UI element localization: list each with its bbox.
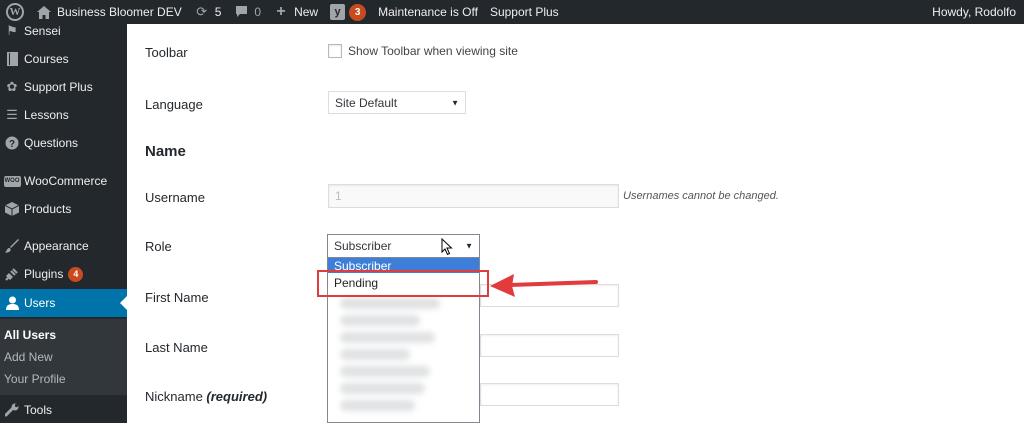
user-icon [0, 296, 24, 310]
role-select[interactable]: Subscriber ▼ [327, 234, 480, 258]
sidebar-item-support-plus[interactable]: ✿ Support Plus [0, 73, 127, 101]
blurred-option [340, 366, 430, 377]
question-icon: ? [0, 136, 24, 150]
wrench-icon [0, 403, 24, 417]
account-menu[interactable]: Howdy, Rodolfo [926, 0, 1024, 24]
show-toolbar-checkbox[interactable] [328, 44, 342, 58]
username-input[interactable]: 1 [328, 184, 619, 208]
admin-bar: W Business Bloomer DEV ⟳ 5 0 + New y 3 M… [0, 0, 1024, 24]
language-label: Language [145, 97, 203, 112]
blurred-option [340, 349, 410, 360]
plug-icon [0, 267, 24, 281]
submenu-your-profile[interactable]: Your Profile [4, 372, 66, 386]
sidebar-item-label: WooCommerce [24, 174, 108, 188]
brush-icon [0, 239, 24, 253]
submenu-add-new[interactable]: Add New [4, 350, 53, 364]
gear-icon: ✿ [6, 79, 18, 94]
sidebar-item-label: Questions [24, 136, 79, 150]
admin-sidebar: ⚑ Sensei Courses ✿ Support Plus ☰ Lesson… [0, 23, 127, 423]
plugins-update-badge: 4 [68, 266, 84, 282]
comment-icon [233, 4, 249, 20]
yoast-icon: y [330, 4, 346, 20]
language-select[interactable]: Site Default ▼ [328, 91, 466, 114]
sidebar-item-label: Courses [24, 52, 69, 66]
sidebar-item-plugins[interactable]: Plugins 4 [0, 260, 127, 288]
sidebar-item-label: Sensei [24, 24, 61, 38]
nickname-label: Nickname (required) [145, 389, 267, 404]
name-section-title: Name [145, 143, 186, 160]
show-toolbar-label[interactable]: Show Toolbar when viewing site [348, 44, 518, 58]
book-icon [0, 52, 24, 66]
maintenance-status: Maintenance is Off [378, 5, 478, 19]
role-selected-value: Subscriber [334, 239, 392, 253]
users-submenu: All Users Add New Your Profile [0, 319, 127, 395]
blurred-option [340, 400, 415, 411]
sidebar-item-label: Lessons [24, 108, 69, 122]
sidebar-item-tools[interactable]: Tools [0, 396, 127, 423]
updates-count: 5 [214, 5, 222, 19]
new-content-menu[interactable]: + New [267, 0, 324, 24]
last-name-input[interactable] [480, 334, 619, 357]
sidebar-item-lessons[interactable]: ☰ Lessons [0, 101, 127, 129]
list-icon: ☰ [6, 107, 18, 122]
sidebar-item-questions[interactable]: ? Questions [0, 129, 127, 157]
sidebar-item-label: Support Plus [24, 80, 93, 94]
refresh-icon: ⟳ [196, 4, 208, 19]
maintenance-menu[interactable]: Maintenance is Off [372, 0, 484, 24]
dropdown-arrow-icon: ▼ [465, 241, 473, 251]
seo-count-badge: 3 [349, 3, 367, 21]
sidebar-item-label: Products [24, 202, 72, 216]
required-marker: (required) [206, 389, 268, 404]
dropdown-arrow-icon: ▼ [451, 98, 459, 107]
sidebar-item-label: Appearance [24, 239, 89, 253]
svg-text:?: ? [9, 139, 15, 150]
nickname-input[interactable] [480, 383, 619, 406]
sidebar-item-users[interactable]: Users [0, 289, 127, 317]
sidebar-item-courses[interactable]: Courses [0, 45, 127, 73]
comments-menu[interactable]: 0 [227, 0, 267, 24]
language-selected-value: Site Default [335, 95, 398, 110]
sidebar-item-label: Plugins [24, 267, 64, 281]
seo-menu[interactable]: y 3 [324, 0, 372, 24]
sidebar-item-appearance[interactable]: Appearance [0, 232, 127, 260]
toolbar-label: Toolbar [145, 45, 188, 60]
sidebar-item-woocommerce[interactable]: WOO WooCommerce [0, 167, 127, 195]
support-menu[interactable]: Support Plus [484, 0, 565, 24]
last-name-label: Last Name [145, 340, 208, 355]
box-icon [0, 202, 24, 216]
submenu-all-users[interactable]: All Users [4, 328, 56, 342]
annotation-highlight-box [317, 270, 489, 297]
username-value: 1 [335, 189, 342, 203]
nickname-label-text: Nickname [145, 389, 203, 404]
sidebar-item-sensei[interactable]: ⚑ Sensei [0, 17, 127, 45]
blurred-option [340, 332, 435, 343]
blurred-option [340, 298, 440, 309]
mouse-cursor-icon [441, 238, 453, 256]
new-label: New [294, 5, 319, 19]
woo-icon: WOO [0, 175, 24, 187]
username-note: Usernames cannot be changed. [623, 190, 779, 202]
comments-count: 0 [254, 5, 262, 19]
annotation-arrow-icon [490, 274, 598, 297]
role-label: Role [145, 239, 172, 254]
plus-icon: + [276, 3, 286, 20]
support-label: Support Plus [489, 5, 559, 19]
sidebar-item-label: Tools [24, 403, 53, 417]
username-label: Username [145, 190, 205, 205]
flag-icon: ⚑ [6, 23, 18, 38]
greeting: Howdy, Rodolfo [932, 5, 1016, 19]
sidebar-item-label: Users [24, 296, 56, 310]
updates-menu[interactable]: ⟳ 5 [188, 0, 228, 24]
blurred-option [340, 383, 425, 394]
blurred-option [340, 315, 420, 326]
first-name-label: First Name [145, 290, 209, 305]
sidebar-item-products[interactable]: Products [0, 195, 127, 223]
